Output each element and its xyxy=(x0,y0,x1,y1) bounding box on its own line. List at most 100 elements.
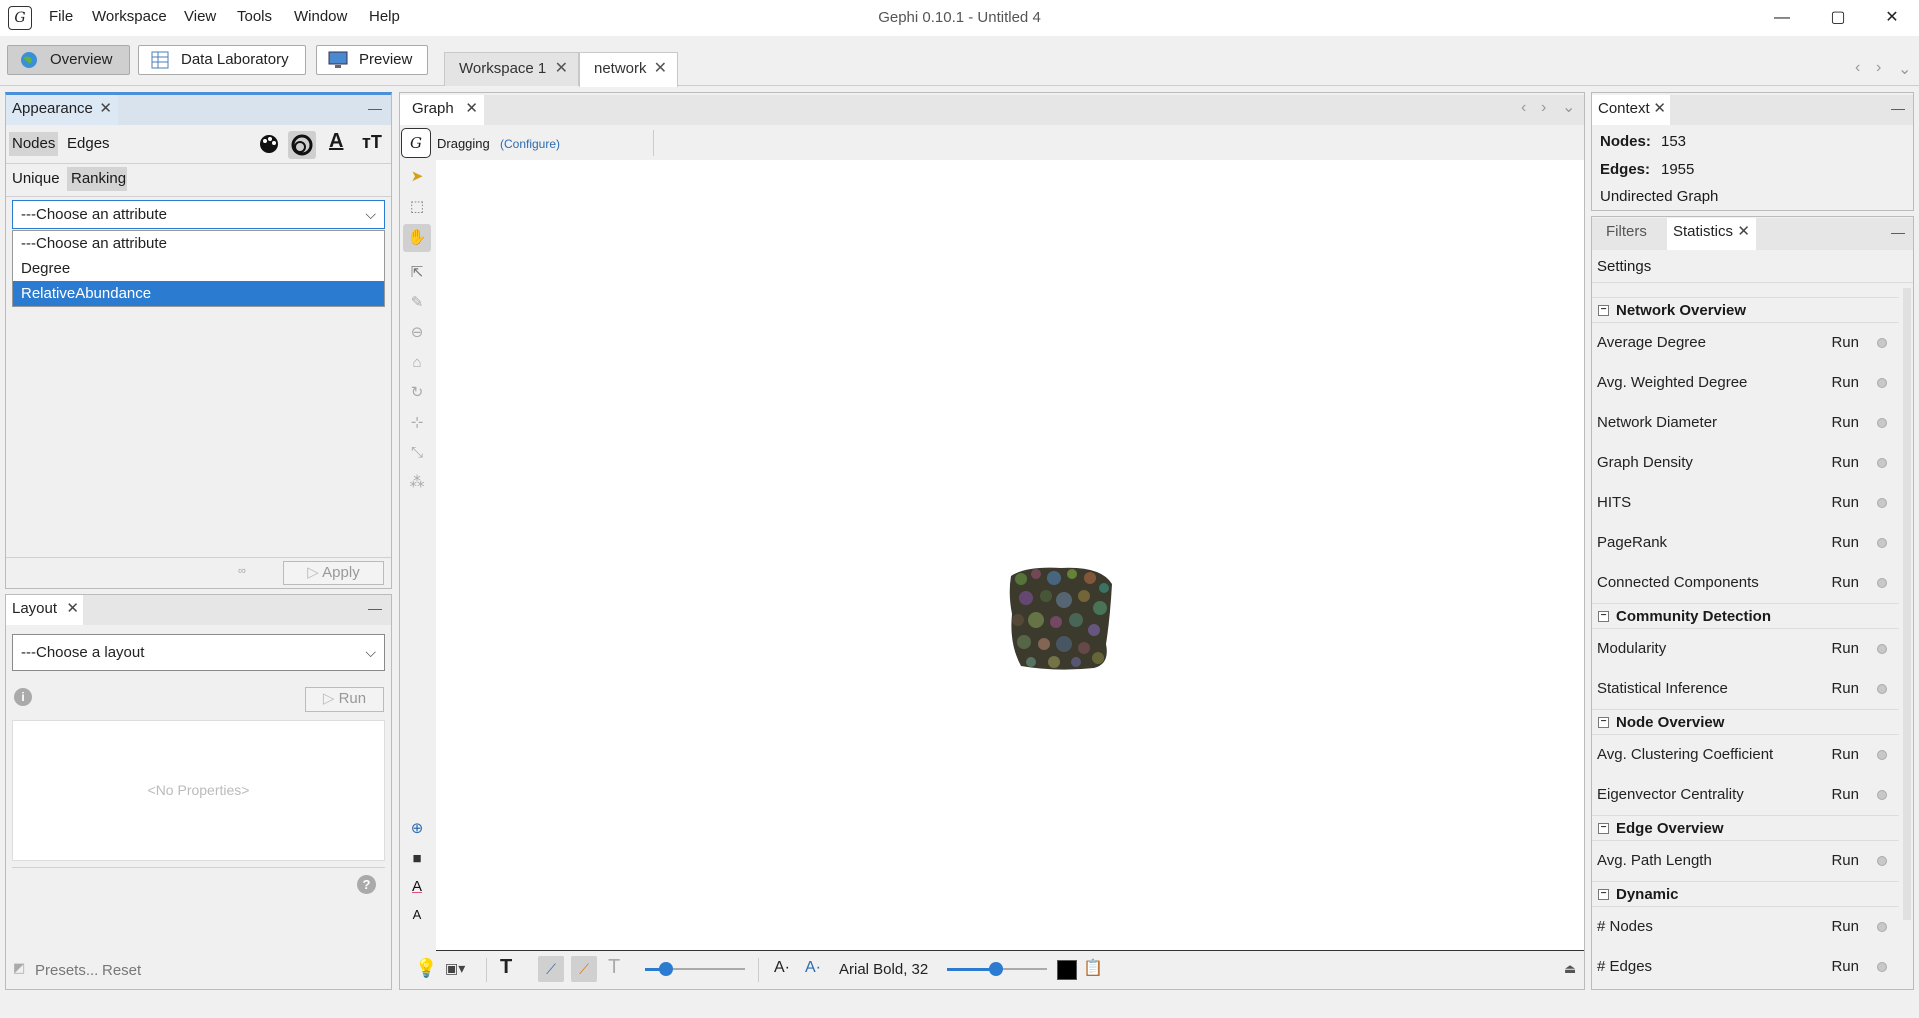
background-color-icon[interactable]: ■ xyxy=(406,848,428,870)
tab-network[interactable]: network ✕ xyxy=(579,52,678,87)
zoom-fit-icon[interactable]: ⊕ xyxy=(406,818,428,840)
add-node-icon[interactable]: ⊹ xyxy=(406,412,428,434)
chevron-down-icon[interactable]: ⌄ xyxy=(1562,97,1575,117)
run-button[interactable]: Run xyxy=(1831,443,1859,483)
run-button[interactable]: Run xyxy=(1831,563,1859,603)
close-icon[interactable]: ✕ xyxy=(66,595,79,623)
stat-group-header[interactable]: − Edge Overview xyxy=(1592,815,1899,841)
lightbulb-icon[interactable]: 💡 xyxy=(415,958,437,979)
add-edge-icon[interactable]: ⤡ xyxy=(406,442,428,464)
chevron-left-icon[interactable]: ‹ xyxy=(1855,59,1860,77)
run-button[interactable]: Run xyxy=(1831,483,1859,523)
reset-link[interactable]: Reset xyxy=(102,962,141,979)
minimize-icon[interactable]: — xyxy=(368,600,382,616)
label-color-icon[interactable]: A xyxy=(329,130,343,153)
maximize-button[interactable]: ▢ xyxy=(1811,2,1865,34)
status-icon[interactable] xyxy=(1877,962,1887,972)
close-icon[interactable]: ✕ xyxy=(99,95,112,123)
tab-layout[interactable]: Layout ✕ xyxy=(6,595,83,625)
drag-hand-icon[interactable]: ✋ xyxy=(403,224,431,252)
run-button[interactable]: Run xyxy=(1831,669,1859,709)
status-icon[interactable] xyxy=(1877,578,1887,588)
chevron-down-icon[interactable]: ⌄ xyxy=(1898,59,1911,79)
label-font-icon[interactable]: A xyxy=(406,904,428,926)
option-relativeabundance[interactable]: RelativeAbundance xyxy=(13,281,384,306)
link-icon[interactable]: ∞ xyxy=(238,565,246,577)
help-icon[interactable]: ? xyxy=(357,875,376,894)
color-swatch[interactable] xyxy=(1057,960,1077,980)
tab-filters[interactable]: Filters xyxy=(1592,218,1667,250)
run-button[interactable]: Run xyxy=(1831,841,1859,881)
close-icon[interactable]: ✕ xyxy=(1737,218,1750,246)
rotate-icon[interactable]: ↻ xyxy=(406,382,428,404)
slider-thumb[interactable] xyxy=(659,962,673,976)
status-icon[interactable] xyxy=(1877,856,1887,866)
run-button[interactable]: Run xyxy=(1831,775,1859,815)
stat-group-header[interactable]: − Node Overview xyxy=(1592,709,1899,735)
status-icon[interactable] xyxy=(1877,750,1887,760)
nodes-toggle[interactable]: Nodes xyxy=(9,132,58,156)
pointer-help-icon[interactable]: ⇱ xyxy=(406,262,428,284)
chevron-right-icon[interactable]: › xyxy=(1876,59,1881,77)
minimize-icon[interactable]: — xyxy=(1891,100,1905,116)
collapse-icon[interactable]: − xyxy=(1598,823,1609,834)
minimize-icon[interactable]: — xyxy=(1891,224,1905,240)
tab-appearance[interactable]: Appearance ✕ xyxy=(6,95,118,125)
presets-link[interactable]: Presets... xyxy=(35,962,98,979)
collapse-icon[interactable]: − xyxy=(1598,889,1609,900)
status-icon[interactable] xyxy=(1877,458,1887,468)
collapse-icon[interactable]: − xyxy=(1598,717,1609,728)
data-laboratory-button[interactable]: Data Laboratory xyxy=(138,45,306,75)
run-button[interactable]: Run xyxy=(1831,403,1859,443)
brush-icon[interactable]: ✎ xyxy=(406,292,428,314)
expand-icon[interactable]: ⏏ xyxy=(1564,961,1576,977)
graph-canvas[interactable] xyxy=(436,160,1584,951)
layout-select[interactable]: ---Choose a layout ⌵ xyxy=(12,634,385,671)
label-color-icon[interactable]: A xyxy=(406,876,428,898)
close-icon[interactable]: ✕ xyxy=(555,53,568,85)
option-degree[interactable]: Degree xyxy=(13,256,384,281)
edges-visible-icon[interactable]: ⟋ xyxy=(538,956,564,982)
size-icon[interactable] xyxy=(288,131,316,159)
clipboard-icon[interactable]: 📋 xyxy=(1083,958,1103,978)
run-button[interactable]: Run xyxy=(1831,947,1859,987)
configure-link[interactable]: (Configure) xyxy=(500,137,560,151)
run-button[interactable]: Run xyxy=(1831,363,1859,403)
tab-workspace-1[interactable]: Workspace 1 ✕ xyxy=(444,52,579,86)
status-icon[interactable] xyxy=(1877,498,1887,508)
run-button[interactable]: Run xyxy=(1831,907,1859,947)
status-icon[interactable] xyxy=(1877,418,1887,428)
edge-color-icon[interactable]: ⟋ xyxy=(571,956,597,982)
slider-thumb[interactable] xyxy=(989,962,1003,976)
edges-toggle[interactable]: Edges xyxy=(64,132,114,156)
apply-button[interactable]: ▷ Apply xyxy=(283,561,384,585)
label-font-setting[interactable]: Arial Bold, 32 xyxy=(839,961,928,978)
minimize-button[interactable]: — xyxy=(1755,2,1809,34)
close-button[interactable]: ✕ xyxy=(1865,2,1919,34)
status-icon[interactable] xyxy=(1877,684,1887,694)
close-icon[interactable]: ✕ xyxy=(465,95,478,123)
run-button[interactable]: Run xyxy=(1831,523,1859,563)
collapse-icon[interactable]: − xyxy=(1598,305,1609,316)
option-choose[interactable]: ---Choose an attribute xyxy=(13,231,384,256)
layout-run-button[interactable]: ▷ Run xyxy=(305,687,384,712)
label-size-icon[interactable]: тT xyxy=(362,132,382,153)
status-icon[interactable] xyxy=(1877,378,1887,388)
minimize-icon[interactable]: — xyxy=(368,100,382,116)
palette-icon[interactable] xyxy=(258,133,280,155)
edge-labels-icon[interactable]: T xyxy=(608,956,620,979)
tab-context[interactable]: Context ✕ xyxy=(1592,95,1670,125)
attribute-select[interactable]: ---Choose an attribute ⌵ xyxy=(12,200,385,229)
ranking-tab[interactable]: Ranking xyxy=(67,167,127,191)
collapse-icon[interactable]: − xyxy=(1598,611,1609,622)
stat-group-header[interactable]: − Community Detection xyxy=(1592,603,1899,629)
status-icon[interactable] xyxy=(1877,644,1887,654)
tab-graph[interactable]: Graph ✕ xyxy=(400,95,484,125)
overview-button[interactable]: Overview xyxy=(7,45,130,75)
stat-group-header[interactable]: − Network Overview xyxy=(1592,297,1899,323)
chevron-left-icon[interactable]: ‹ xyxy=(1521,99,1526,117)
run-button[interactable]: Run xyxy=(1831,629,1859,669)
show-labels-icon[interactable]: T xyxy=(500,956,512,979)
run-button[interactable]: Run xyxy=(1831,735,1859,775)
stat-group-header[interactable]: − Dynamic xyxy=(1592,881,1899,907)
